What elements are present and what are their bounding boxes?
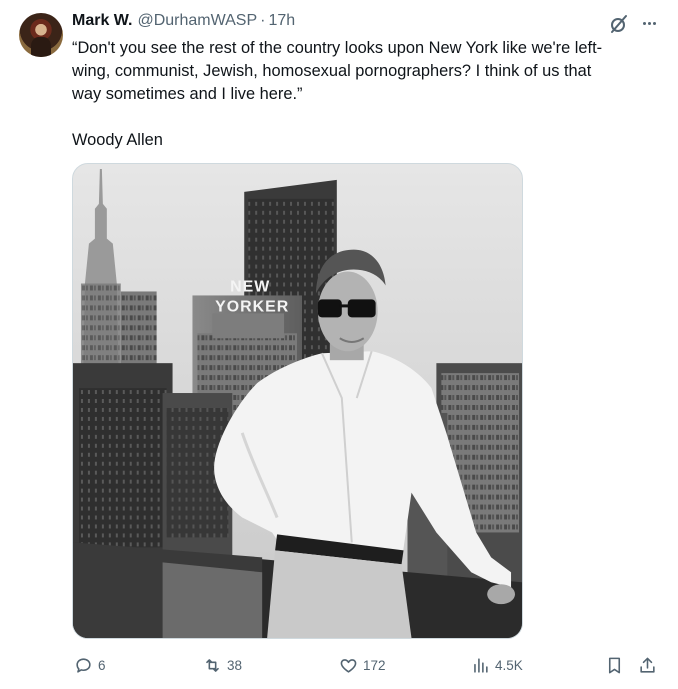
bookmark-icon [608, 657, 621, 673]
bookmark-button[interactable] [605, 652, 624, 678]
more-dots-icon[interactable] [638, 12, 660, 34]
reply-button[interactable]: 6 [74, 652, 106, 678]
views-button[interactable]: 4.5K [471, 652, 523, 678]
heart-icon [340, 658, 357, 673]
share-button[interactable] [638, 652, 657, 678]
tweet-attribution: Woody Allen [72, 131, 163, 149]
tweet-header: Mark W. @DurhamWASP · 17h [72, 12, 295, 34]
like-button[interactable]: 172 [339, 652, 386, 678]
avatar[interactable] [19, 13, 63, 57]
sign-new: NEW [230, 278, 270, 295]
tweet-text-line: “Don't you see the rest of the country l… [72, 39, 603, 57]
reply-count: 6 [98, 657, 106, 673]
author-handle[interactable]: @DurhamWASP [137, 12, 257, 30]
reply-icon [76, 657, 91, 673]
timestamp[interactable]: 17h [268, 12, 295, 30]
grok-icon[interactable] [609, 14, 629, 34]
retweet-count: 38 [227, 657, 243, 673]
sign-yorker: YORKER [215, 298, 289, 315]
retweet-icon [206, 658, 219, 672]
views-icon [474, 657, 488, 673]
views-count: 4.5K [495, 657, 523, 673]
like-count: 172 [363, 657, 386, 673]
retweet-button[interactable]: 38 [203, 652, 242, 678]
share-icon [640, 657, 655, 673]
action-bar: 6 38 172 4.5K [72, 652, 662, 678]
separator: · [260, 12, 266, 29]
author-name[interactable]: Mark W. [72, 12, 132, 30]
tweet-text-line: way sometimes and I live here.” [72, 85, 303, 103]
tweet-text-line: wing, communist, Jewish, homosexual porn… [72, 62, 592, 80]
tweet-text: “Don't you see the rest of the country l… [72, 37, 662, 106]
tweet-photo[interactable]: NEW YORKER [72, 163, 523, 639]
